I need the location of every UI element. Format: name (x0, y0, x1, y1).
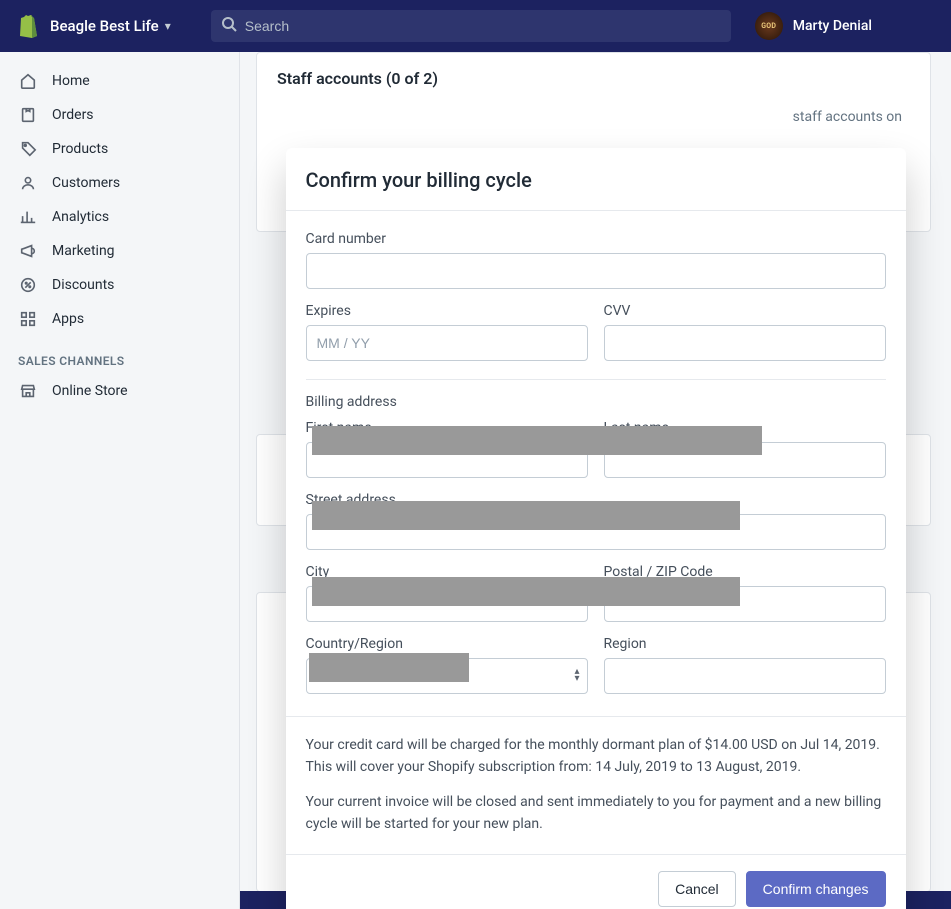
sidebar-item-home[interactable]: Home (0, 64, 239, 98)
redacted-block (309, 653, 469, 682)
sidebar-item-online-store[interactable]: Online Store (0, 374, 239, 408)
sidebar-item-orders[interactable]: Orders (0, 98, 239, 132)
search-icon (221, 16, 237, 36)
user-name-label: Marty Denial (793, 18, 872, 34)
apps-icon (18, 310, 38, 328)
expires-label: Expires (306, 303, 588, 319)
billing-note-1: Your credit card will be charged for the… (306, 735, 886, 778)
sidebar-item-products[interactable]: Products (0, 132, 239, 166)
sidebar-item-customers[interactable]: Customers (0, 166, 239, 200)
billing-note-2: Your current invoice will be closed and … (306, 792, 886, 835)
tag-icon (18, 140, 38, 158)
sidebar-item-label: Analytics (52, 209, 109, 225)
card-number-input[interactable] (306, 253, 886, 289)
avatar: GOD (755, 12, 783, 40)
redacted-block (312, 501, 740, 530)
modal-title: Confirm your billing cycle (306, 168, 886, 192)
chevron-down-icon: ▾ (165, 19, 171, 33)
storefront-icon (18, 382, 38, 400)
search-input[interactable] (245, 18, 721, 34)
topbar: Beagle Best Life ▾ GOD Marty Denial (0, 0, 951, 52)
region-label: Region (604, 636, 886, 652)
card-number-label: Card number (306, 231, 886, 247)
sidebar-item-label: Products (52, 141, 108, 157)
store-name-label: Beagle Best Life (50, 17, 159, 35)
orders-icon (18, 106, 38, 124)
redacted-block (312, 426, 762, 455)
cancel-button[interactable]: Cancel (658, 871, 736, 907)
home-icon (18, 72, 38, 90)
user-menu[interactable]: GOD Marty Denial (755, 12, 872, 40)
sidebar-item-label: Apps (52, 311, 84, 327)
shopify-logo-icon (16, 14, 40, 38)
country-label: Country/Region (306, 636, 588, 652)
staff-accounts-title: Staff accounts (0 of 2) (277, 69, 910, 88)
billing-address-label: Billing address (306, 379, 886, 410)
sidebar-item-label: Discounts (52, 277, 114, 293)
sidebar-item-label: Online Store (52, 383, 128, 399)
billing-modal: Confirm your billing cycle Card number E… (286, 148, 906, 909)
store-switcher[interactable]: Beagle Best Life ▾ (50, 17, 171, 35)
sidebar-item-marketing[interactable]: Marketing (0, 234, 239, 268)
sidebar: Home Orders Products Customers Analytics… (0, 52, 240, 909)
sidebar-item-analytics[interactable]: Analytics (0, 200, 239, 234)
cvv-input[interactable] (604, 325, 886, 361)
redacted-block (312, 577, 740, 606)
discount-icon (18, 276, 38, 294)
sidebar-item-label: Orders (52, 107, 94, 123)
sidebar-item-apps[interactable]: Apps (0, 302, 239, 336)
confirm-button[interactable]: Confirm changes (746, 871, 886, 907)
staff-accounts-desc: staff accounts on (793, 109, 902, 125)
sidebar-item-label: Customers (52, 175, 120, 191)
sidebar-item-discounts[interactable]: Discounts (0, 268, 239, 302)
cvv-label: CVV (604, 303, 886, 319)
megaphone-icon (18, 242, 38, 260)
customers-icon (18, 174, 38, 192)
expires-input[interactable] (306, 325, 588, 361)
search-field[interactable] (211, 10, 731, 42)
sidebar-item-label: Home (52, 73, 90, 89)
region-input[interactable] (604, 658, 886, 694)
sidebar-item-label: Marketing (52, 243, 115, 259)
sidebar-section-title: SALES CHANNELS (0, 336, 239, 374)
main-content: Staff accounts (0 of 2) staff accounts o… (240, 52, 951, 909)
analytics-icon (18, 208, 38, 226)
